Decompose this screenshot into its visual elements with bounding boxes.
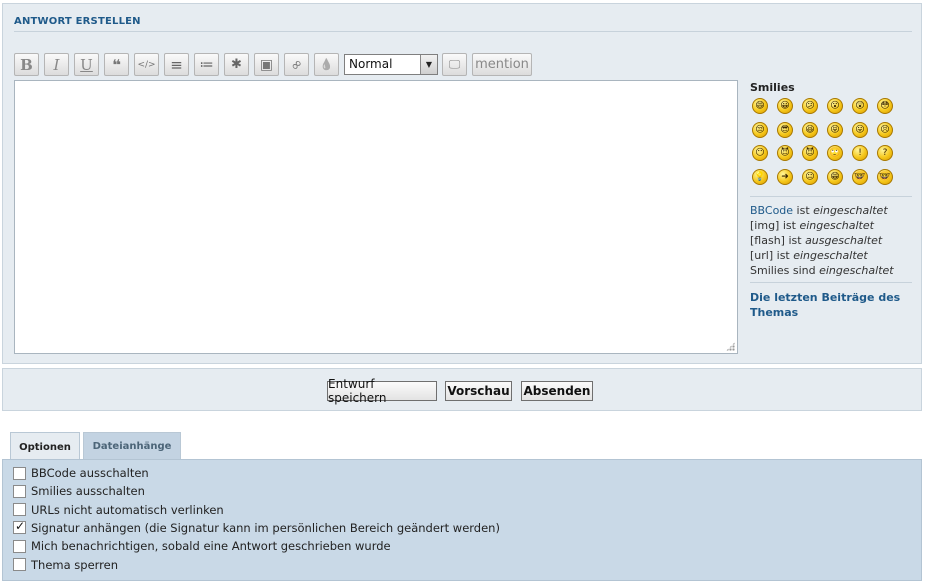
- sidebar-divider: [750, 196, 912, 197]
- smiley-icon[interactable]: 😆: [802, 121, 818, 138]
- smiley-icon[interactable]: 😛: [852, 121, 868, 138]
- bold-icon: B: [20, 55, 33, 74]
- smiley-icon[interactable]: 😳: [877, 98, 893, 114]
- option-checkbox[interactable]: [13, 519, 26, 535]
- font-size-value: Normal: [349, 57, 393, 71]
- smiley-icon[interactable]: 😕: [802, 98, 818, 114]
- option-label: Signatur anhängen (die Signatur kann im …: [31, 520, 500, 535]
- option-label: Smilies ausschalten: [31, 484, 145, 499]
- option-row[interactable]: Signatur anhängen (die Signatur kann im …: [13, 519, 500, 536]
- numbered-list-icon: ≔: [199, 56, 214, 73]
- option-checkbox[interactable]: [13, 484, 26, 498]
- submit-button[interactable]: Absenden: [521, 381, 593, 401]
- tab-attachments[interactable]: Dateianhänge: [83, 432, 181, 460]
- font-size-select[interactable]: Normal ▼: [344, 54, 438, 75]
- chevron-down-icon: ▼: [420, 55, 437, 74]
- option-checkbox[interactable]: [13, 503, 26, 517]
- option-label: Thema sperren: [31, 557, 119, 572]
- list-item-button[interactable]: ✱: [224, 53, 249, 76]
- smiley-icon[interactable]: 😈: [777, 145, 793, 161]
- monitor-button[interactable]: 🖵: [442, 53, 467, 76]
- panel-divider: [14, 31, 912, 32]
- resize-handle[interactable]: [726, 342, 735, 351]
- code-button[interactable]: </>: [134, 53, 159, 76]
- smiley-icon[interactable]: ?: [877, 145, 893, 161]
- code-icon: </>: [137, 59, 156, 70]
- option-row[interactable]: BBCode ausschalten: [13, 465, 149, 481]
- status-line: [img] ist eingeschaltet: [750, 219, 874, 232]
- submit-bar: Entwurf speichern Vorschau Absenden: [2, 368, 922, 411]
- image-button[interactable]: ▣: [254, 53, 279, 76]
- drop-icon: 💧: [319, 58, 334, 71]
- smiley-icon[interactable]: 🙄: [827, 145, 843, 161]
- status-line: [flash] ist ausgeschaltet: [750, 234, 883, 247]
- save-draft-button[interactable]: Entwurf speichern: [327, 377, 437, 405]
- asterisk-icon: ✱: [231, 57, 242, 72]
- option-checkbox[interactable]: [13, 539, 26, 553]
- smiley-icon[interactable]: 😲: [852, 98, 868, 114]
- panel-title: ANTWORT ERSTELLEN: [14, 16, 141, 27]
- option-row[interactable]: Thema sperren: [13, 557, 118, 573]
- smiley-icon[interactable]: 😶: [752, 145, 768, 161]
- reply-panel: ANTWORT ERSTELLEN B I U ❝ </> ≡ ≔ ✱ ▣ ∞ …: [2, 3, 922, 364]
- smiley-icon[interactable]: 😐: [802, 168, 818, 185]
- list-button[interactable]: ≡: [164, 53, 189, 76]
- monitor-icon: 🖵: [448, 57, 461, 71]
- smiley-icon[interactable]: 🤓: [852, 168, 868, 185]
- italic-icon: I: [53, 55, 60, 74]
- link-button[interactable]: ∞: [284, 53, 309, 76]
- bbcode-link[interactable]: BBCode: [750, 204, 793, 217]
- smiley-icon[interactable]: 😁: [827, 168, 843, 185]
- option-row[interactable]: URLs nicht automatisch verlinken: [13, 502, 224, 518]
- mention-button[interactable]: mention: [472, 53, 532, 76]
- smiley-icon[interactable]: 😣: [877, 121, 893, 138]
- underline-icon: U: [80, 55, 93, 74]
- smilies-title: Smilies: [750, 81, 795, 94]
- smiley-icon[interactable]: 💡: [752, 168, 768, 185]
- recent-posts-link[interactable]: Die letzten Beiträge des Themas: [750, 290, 912, 320]
- options-panel: BBCode ausschalten Smilies ausschalten URL…: [2, 459, 922, 581]
- smiley-icon[interactable]: 😮: [827, 98, 843, 114]
- tab-options[interactable]: Optionen: [10, 432, 80, 461]
- color-button[interactable]: 💧: [314, 53, 339, 76]
- smiley-icon[interactable]: 😈: [802, 145, 818, 161]
- link-icon: ∞: [286, 54, 307, 75]
- option-row[interactable]: Smilies ausschalten: [13, 483, 145, 499]
- underline-button[interactable]: U: [74, 53, 99, 76]
- italic-button[interactable]: I: [44, 53, 69, 76]
- status-line: Smilies sind eingeschaltet: [750, 264, 894, 277]
- status-line: BBCode ist eingeschaltet: [750, 204, 888, 217]
- smiley-icon[interactable]: 🤓: [877, 168, 893, 185]
- preview-button[interactable]: Vorschau: [445, 381, 512, 401]
- smiley-icon[interactable]: !: [852, 145, 868, 161]
- bold-button[interactable]: B: [14, 53, 39, 76]
- quote-button[interactable]: ❝: [104, 53, 129, 76]
- list-icon: ≡: [170, 55, 183, 74]
- smiley-icon[interactable]: 😀: [777, 98, 793, 114]
- numbered-list-button[interactable]: ≔: [194, 53, 219, 76]
- bbcode-status: BBCode ist eingeschaltet [img] ist einge…: [750, 203, 894, 278]
- option-checkbox[interactable]: [13, 558, 26, 571]
- smiley-icon[interactable]: 😄: [752, 98, 768, 114]
- smiley-icon[interactable]: 😒: [752, 121, 768, 138]
- image-icon: ▣: [259, 56, 274, 73]
- option-checkbox[interactable]: [13, 466, 26, 480]
- message-textarea[interactable]: [14, 80, 738, 354]
- sidebar-divider: [750, 282, 912, 283]
- option-label: Mich benachrichtigen, sobald eine Antwor…: [31, 539, 391, 554]
- smiley-icon[interactable]: 😎: [777, 121, 793, 138]
- option-row[interactable]: Mich benachrichtigen, sobald eine Antwor…: [13, 538, 391, 554]
- option-label: URLs nicht automatisch verlinken: [31, 502, 224, 517]
- smiley-icon[interactable]: ➜: [777, 168, 793, 185]
- smiley-icon[interactable]: 😝: [827, 121, 843, 138]
- status-line: [url] ist eingeschaltet: [750, 249, 868, 262]
- quote-icon: ❝: [112, 55, 121, 74]
- option-label: BBCode ausschalten: [31, 466, 149, 480]
